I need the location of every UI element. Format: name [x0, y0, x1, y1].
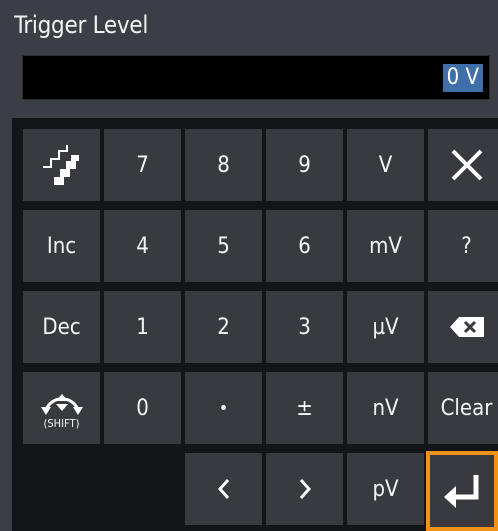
dialog-title: Trigger Level	[14, 11, 149, 39]
unit-mv-button[interactable]: mV	[347, 210, 424, 282]
close-button[interactable]	[428, 129, 498, 201]
cursor-right-button[interactable]	[266, 453, 343, 525]
trigger-level-dialog: Trigger Level 0 V 7 8 9 V Inc 4 5 6 mV ?…	[0, 0, 498, 531]
value-input[interactable]: 0 V	[22, 55, 490, 100]
rotary-knob-icon	[40, 394, 83, 415]
step-button[interactable]	[23, 129, 100, 201]
step-icon	[42, 145, 79, 185]
key-5[interactable]: 5	[185, 210, 262, 282]
key-4[interactable]: 4	[104, 210, 181, 282]
rotary-shift-button[interactable]: (SHIFT)	[23, 372, 100, 444]
key-9[interactable]: 9	[266, 129, 343, 201]
backspace-icon	[449, 317, 484, 337]
unit-uv-button[interactable]: µV	[347, 291, 424, 363]
shift-caption: (SHIFT)	[43, 417, 80, 430]
unit-v-button[interactable]: V	[347, 129, 424, 201]
enter-icon	[444, 475, 479, 508]
key-1[interactable]: 1	[104, 291, 181, 363]
plus-minus-button[interactable]: ±	[266, 372, 343, 444]
backspace-button[interactable]	[428, 291, 498, 363]
enter-button[interactable]	[426, 451, 498, 531]
inc-button[interactable]: Inc	[23, 210, 100, 282]
key-0[interactable]: 0	[104, 372, 181, 444]
key-7[interactable]: 7	[104, 129, 181, 201]
unit-nv-button[interactable]: nV	[347, 372, 424, 444]
decimal-point-button[interactable]: •	[185, 372, 262, 444]
key-8[interactable]: 8	[185, 129, 262, 201]
clear-button[interactable]: Clear	[428, 372, 498, 444]
help-button[interactable]: ?	[428, 210, 498, 282]
key-6[interactable]: 6	[266, 210, 343, 282]
value-text: 0 V	[442, 64, 483, 92]
unit-pv-button[interactable]: pV	[347, 453, 424, 525]
key-3[interactable]: 3	[266, 291, 343, 363]
dec-button[interactable]: Dec	[23, 291, 100, 363]
cursor-left-button[interactable]	[185, 453, 262, 525]
chevron-left-icon	[217, 479, 229, 499]
key-2[interactable]: 2	[185, 291, 262, 363]
chevron-right-icon	[299, 479, 311, 499]
close-icon	[451, 149, 482, 181]
